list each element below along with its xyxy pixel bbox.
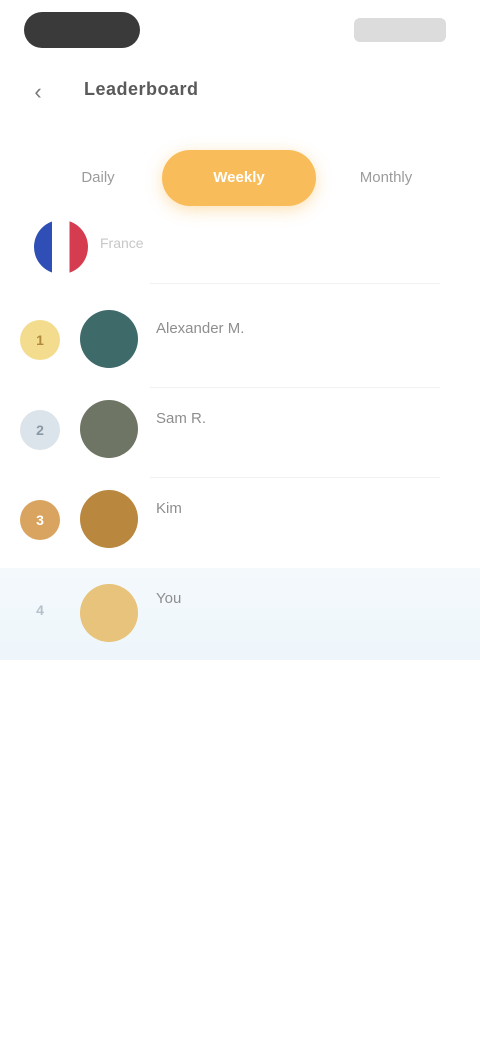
- avatar: [80, 490, 138, 548]
- table-row-current-user[interactable]: 4 You: [0, 568, 480, 660]
- tab-bar: Daily Weekly Monthly: [0, 138, 480, 218]
- status-bar: [0, 0, 480, 64]
- region-label: France: [100, 235, 144, 251]
- table-row[interactable]: 2 Sam R.: [0, 388, 480, 478]
- tab-daily[interactable]: Daily: [42, 150, 154, 206]
- region-row[interactable]: France: [0, 212, 480, 284]
- header: ‹ Leaderboard: [0, 64, 480, 120]
- tab-monthly[interactable]: Monthly: [330, 150, 442, 206]
- avatar: [80, 584, 138, 642]
- player-name: Sam R.: [156, 410, 207, 427]
- rank-badge: 3: [20, 500, 60, 540]
- player-name: Alexander M.: [156, 320, 245, 337]
- page-title: Leaderboard: [84, 79, 199, 99]
- status-icons: [354, 18, 446, 42]
- player-name: Kim: [156, 500, 182, 517]
- flag-icon: [34, 220, 88, 274]
- divider: [150, 283, 440, 284]
- tab-weekly[interactable]: Weekly: [162, 150, 316, 206]
- chevron-left-icon: ‹: [34, 79, 42, 104]
- status-pill: [24, 12, 140, 48]
- table-row[interactable]: 1 Alexander M.: [0, 298, 480, 388]
- back-button[interactable]: ‹: [22, 76, 54, 108]
- avatar: [80, 310, 138, 368]
- player-name: You: [156, 590, 182, 607]
- rank-badge: 2: [20, 410, 60, 450]
- table-row[interactable]: 3 Kim: [0, 478, 480, 568]
- rank-badge: 4: [36, 602, 44, 618]
- rank-badge: 1: [20, 320, 60, 360]
- avatar: [80, 400, 138, 458]
